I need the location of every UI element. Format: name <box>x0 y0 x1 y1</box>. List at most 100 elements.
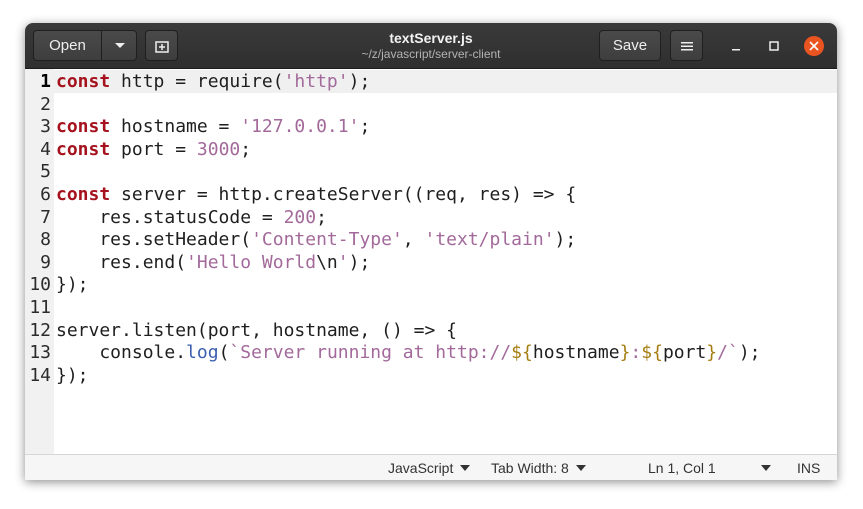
dropdown-arrow-icon <box>460 465 471 471</box>
code-token: , <box>402 229 425 251</box>
code-line: 12 server.listen(port, hostname, () => { <box>25 319 837 342</box>
code-token: } <box>706 342 718 364</box>
line-number: 7 <box>40 206 51 228</box>
close-button[interactable] <box>804 36 824 56</box>
code-text: console.log(`Server running at http://${… <box>56 341 761 364</box>
code-line: 13 console.log(`Server running at http:/… <box>25 341 837 364</box>
language-label: JavaScript <box>388 460 454 476</box>
code-line: 2 <box>25 93 837 116</box>
code-token: `Server running at http:// <box>229 342 512 364</box>
code-token: ( <box>218 342 230 364</box>
line-number: 9 <box>40 251 51 273</box>
code-token: ); <box>738 342 761 364</box>
code-line: 5 <box>25 160 837 183</box>
dropdown-arrow-icon <box>761 465 771 471</box>
line-number: 4 <box>40 138 51 160</box>
code-token: /` <box>717 342 739 364</box>
line-number: 5 <box>40 161 51 183</box>
line-number: 6 <box>40 184 51 205</box>
editor-window: Open textServer.js ~/z/javascript/server… <box>25 23 837 480</box>
code-token: ${ <box>641 342 663 364</box>
line-number: 13 <box>29 342 51 364</box>
code-line: 11 <box>25 296 837 319</box>
line-number: 10 <box>29 274 51 296</box>
code-token: port <box>662 342 707 364</box>
code-token: res.statusCode = <box>56 206 284 228</box>
code-text: }); <box>56 273 89 296</box>
hamburger-menu-icon <box>680 41 693 50</box>
code-token: ; <box>359 116 371 138</box>
code-token: ${ <box>511 342 533 364</box>
code-token: const <box>56 138 111 160</box>
code-text: }); <box>56 364 89 387</box>
code-token: res.end( <box>56 251 187 273</box>
code-token: 'text/plain' <box>424 229 555 251</box>
menu-button[interactable] <box>670 30 703 61</box>
code-token: 'Hello World <box>186 251 317 273</box>
insert-mode-indicator: INS <box>797 460 821 476</box>
code-token: } <box>619 342 631 364</box>
code-token: ); <box>348 71 371 92</box>
code-token: hostname = <box>110 116 241 138</box>
code-text: const port = 3000; <box>56 138 251 161</box>
code-line: 9 res.end('Hello World\n'); <box>25 251 837 274</box>
code-text: res.setHeader('Content-Type', 'text/plai… <box>56 228 576 251</box>
code-token: ); <box>554 229 577 251</box>
language-selector[interactable]: JavaScript <box>388 455 471 480</box>
code-token: ; <box>316 206 327 228</box>
code-token: const <box>56 116 111 138</box>
code-line: 6 const server = http.createServer((req, … <box>25 183 837 206</box>
code-token: hostname <box>532 342 620 364</box>
code-token: ); <box>348 251 371 273</box>
code-text: const server = http.createServer((req, r… <box>56 183 576 206</box>
code-line: 4 const port = 3000; <box>25 138 837 161</box>
window-title: textServer.js <box>389 30 473 46</box>
code-text: res.statusCode = 200; <box>56 206 327 229</box>
code-token: \n <box>316 251 338 273</box>
maximize-button[interactable] <box>764 36 784 56</box>
cursor-position-selector[interactable]: Ln 1, Col 1 <box>648 455 771 480</box>
status-bar: JavaScript Tab Width: 8 Ln 1, Col 1 INS <box>25 454 837 480</box>
code-text: const hostname = '127.0.0.1'; <box>56 115 370 138</box>
code-token: port = <box>110 138 197 160</box>
code-line: 3 const hostname = '127.0.0.1'; <box>25 115 837 138</box>
tab-width-selector[interactable]: Tab Width: 8 <box>491 455 586 480</box>
code-text: const http = require('http'); <box>56 70 370 93</box>
minimize-icon <box>732 49 740 51</box>
line-number: 1 <box>40 71 51 92</box>
tab-width-label: Tab Width: 8 <box>491 460 569 476</box>
code-line: 1 const http = require('http'); <box>25 70 837 93</box>
code-token: console. <box>56 342 187 364</box>
code-token: 'http' <box>283 71 349 92</box>
code-token: http = require( <box>110 71 284 92</box>
line-number: 14 <box>29 364 51 386</box>
line-number: 3 <box>40 116 51 138</box>
cursor-position-label: Ln 1, Col 1 <box>648 460 716 476</box>
header-bar: Open textServer.js ~/z/javascript/server… <box>25 23 837 69</box>
code-token: 200 <box>283 206 317 228</box>
maximize-icon <box>769 41 779 51</box>
line-number: 12 <box>29 319 51 341</box>
close-icon <box>809 41 819 51</box>
code-token: server.listen(port, hostname, () => { <box>56 319 457 341</box>
line-number: 11 <box>29 297 51 318</box>
code-token: }); <box>56 274 89 296</box>
line-number: 2 <box>40 93 51 115</box>
code-editor[interactable]: 1 const http = require('http'); 2 3 const ho… <box>25 69 837 454</box>
code-text: server.listen(port, hostname, () => { <box>56 319 457 342</box>
code-token: const <box>56 184 111 205</box>
code-token: 3000 <box>196 138 241 160</box>
window-subtitle: ~/z/javascript/server-client <box>361 47 501 61</box>
save-button[interactable]: Save <box>599 30 661 61</box>
code-line: 7 res.statusCode = 200; <box>25 206 837 229</box>
code-line: 8 res.setHeader('Content-Type', 'text/pl… <box>25 228 837 251</box>
code-token: const <box>56 71 111 92</box>
code-token: res.setHeader( <box>56 229 252 251</box>
code-token: server = http.createServer((req, res) =>… <box>110 184 577 205</box>
line-number: 8 <box>40 229 51 251</box>
minimize-button[interactable] <box>726 36 746 56</box>
code-token: 'Content-Type' <box>251 229 403 251</box>
code-token: ' <box>337 251 349 273</box>
code-token: log <box>186 342 219 364</box>
code-token: : <box>630 342 642 364</box>
